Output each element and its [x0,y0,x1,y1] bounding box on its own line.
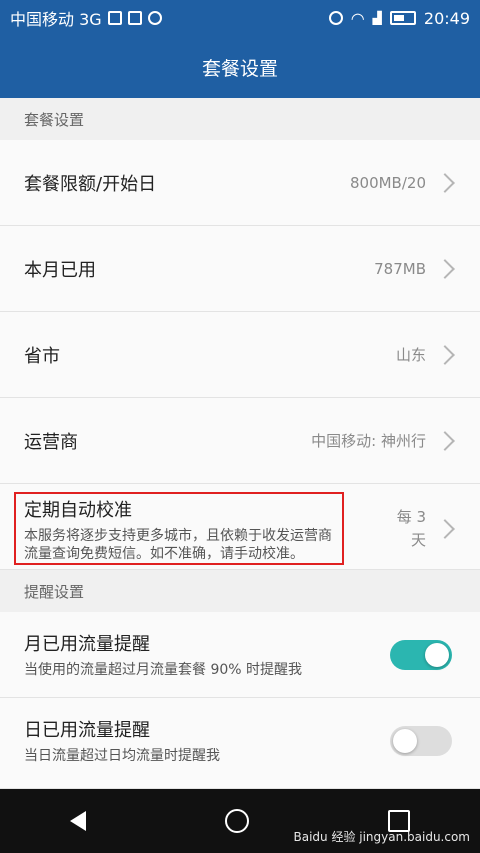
section-header-plan: 套餐设置 [0,98,480,140]
sim-icon [107,11,122,25]
row-value: 中国移动: 神州行 [311,432,426,450]
signal-icon: ▟ [372,11,382,25]
operator-row[interactable]: 运营商 中国移动: 神州行 [0,398,480,484]
battery-icon [389,11,416,25]
row-label: 定期自动校准 [24,500,132,521]
toggle-knob [425,643,449,667]
row-label: 月已用流量提醒 [24,634,150,655]
row-value: 787MB [374,259,426,278]
alarm-icon [328,11,343,25]
daily-reminder-toggle[interactable] [390,726,452,756]
used-this-month-row[interactable]: 本月已用 787MB [0,226,480,312]
carrier-label: 中国移动 3G [10,10,102,29]
auto-calibrate-row[interactable]: 定期自动校准 本服务将逐步支持更多城市，且依赖于收发运营商流量查询免费短信。如不… [0,484,480,570]
row-description: 本服务将逐步支持更多城市，且依赖于收发运营商流量查询免费短信。如不准确，请手动校… [24,528,332,562]
row-value: 800MB/20 [349,173,426,192]
chevron-right-icon [435,430,455,451]
status-bar: 中国移动 3G ◠ ▟ 20:49 [0,0,480,36]
home-icon[interactable] [224,809,249,833]
toggle-knob [393,729,417,753]
daily-reminder-row[interactable]: 日已用流量提醒 当日流量超过日均流量时提醒我 [0,698,480,789]
watermark: Baidu 经验 jingyan.baidu.com [293,830,470,844]
calibrate-interval-unit: 天 [410,530,426,549]
row-label: 日已用流量提醒 [24,720,150,741]
chevron-right-icon [435,518,455,539]
navigation-bar: Baidu 经验 jingyan.baidu.com [0,789,480,853]
row-label: 运营商 [24,431,78,453]
page-title: 套餐设置 [0,36,480,98]
row-description: 当使用的流量超过月流量套餐 90% 时提醒我 [24,662,303,678]
row-value: 山东 [395,346,426,364]
notification-icon [147,11,162,25]
section-header-reminder: 提醒设置 [0,570,480,612]
clock: 20:49 [423,8,470,28]
plan-limit-row[interactable]: 套餐限额/开始日 800MB/20 [0,140,480,226]
back-icon[interactable] [69,811,86,831]
chevron-right-icon [435,344,455,365]
monthly-reminder-toggle[interactable] [390,640,452,670]
image-icon [127,11,142,25]
wifi-icon: ◠ [350,8,365,28]
chevron-right-icon [435,258,455,279]
row-description: 当日流量超过日均流量时提醒我 [24,748,220,764]
province-city-row[interactable]: 省市 山东 [0,312,480,398]
calibrate-interval-value: 每 3 [396,508,426,526]
row-label: 套餐限额/开始日 [24,173,157,195]
row-label: 本月已用 [24,259,96,281]
row-label: 省市 [24,345,60,367]
chevron-right-icon [435,172,455,193]
monthly-reminder-row[interactable]: 月已用流量提醒 当使用的流量超过月流量套餐 90% 时提醒我 [0,612,480,698]
